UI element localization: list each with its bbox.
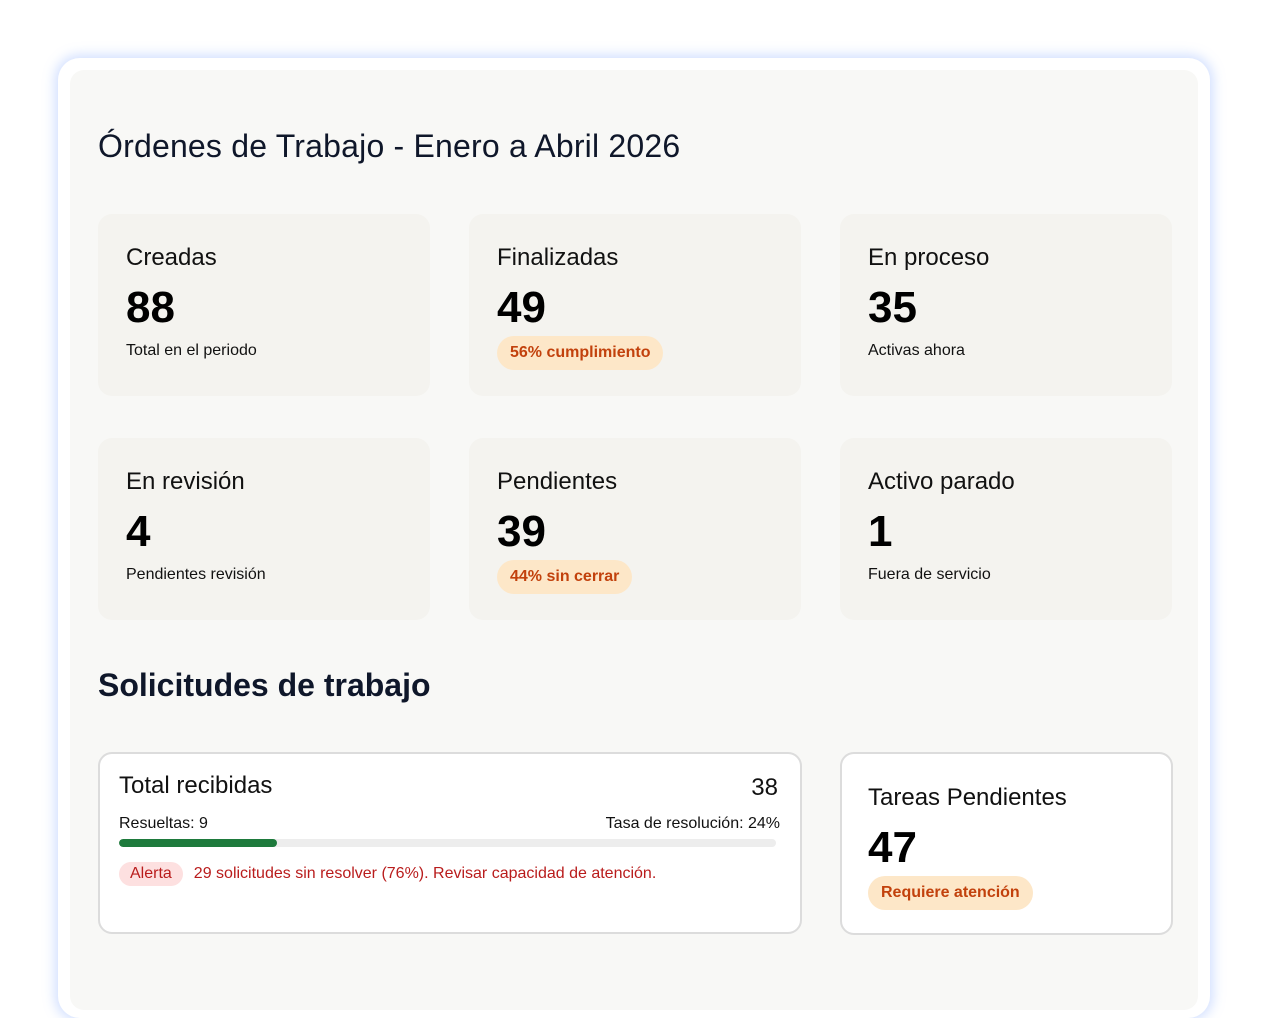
card-value: 39 [497, 507, 546, 556]
status-badge: 44% sin cerrar [497, 560, 633, 594]
stat-card-en-revision: En revisión 4 Pendientes revisión [98, 438, 430, 620]
card-label: Pendientes [497, 468, 618, 495]
requests-card: Total recibidas 38 Resueltas: 9 Tasa de … [98, 752, 802, 934]
stat-card-creadas: Creadas 88 Total en el periodo [98, 214, 430, 396]
card-label: En proceso [868, 244, 990, 271]
status-badge: Requiere atención [868, 876, 1033, 910]
card-label: Creadas [126, 244, 217, 271]
stat-card-activo-parado: Activo parado 1 Fuera de servicio [840, 438, 1172, 620]
stat-card-en-proceso: En proceso 35 Activas ahora [840, 214, 1172, 396]
resolution-rate: Tasa de resolución: 24% [605, 815, 780, 832]
card-label: Finalizadas [497, 244, 619, 271]
stat-card-finalizadas: Finalizadas 49 56% cumplimiento [469, 214, 801, 396]
requests-resolved: Resueltas: 9 [119, 815, 208, 832]
card-subtitle: Activas ahora [868, 342, 965, 359]
card-value: 88 [126, 283, 175, 332]
pending-tasks-card: Tareas Pendientes 47 Requiere atención [840, 752, 1173, 935]
card-label: Activo parado [868, 468, 1015, 495]
requests-total: 38 [751, 774, 778, 801]
page-title: Órdenes de Trabajo - Enero a Abril 2026 [98, 128, 681, 164]
card-value: 47 [868, 823, 917, 872]
card-value: 49 [497, 283, 546, 332]
card-label: En revisión [126, 468, 245, 495]
card-value: 4 [126, 507, 151, 556]
progress-bar-fill [119, 839, 277, 847]
card-value: 35 [868, 283, 917, 332]
section-title: Solicitudes de trabajo [98, 667, 431, 703]
card-subtitle: Total en el periodo [126, 342, 257, 359]
stat-card-pendientes: Pendientes 39 44% sin cerrar [469, 438, 801, 620]
alert-row: Alerta 29 solicitudes sin resolver (76%)… [119, 862, 656, 886]
status-badge: 56% cumplimiento [497, 336, 664, 370]
requests-title: Total recibidas [119, 772, 273, 799]
card-label: Tareas Pendientes [868, 784, 1067, 811]
alert-badge: Alerta [119, 862, 183, 886]
card-subtitle: Fuera de servicio [868, 566, 991, 583]
card-value: 1 [868, 507, 893, 556]
card-subtitle: Pendientes revisión [126, 566, 266, 583]
alert-message: 29 solicitudes sin resolver (76%). Revis… [193, 865, 657, 882]
progress-bar [119, 839, 776, 847]
